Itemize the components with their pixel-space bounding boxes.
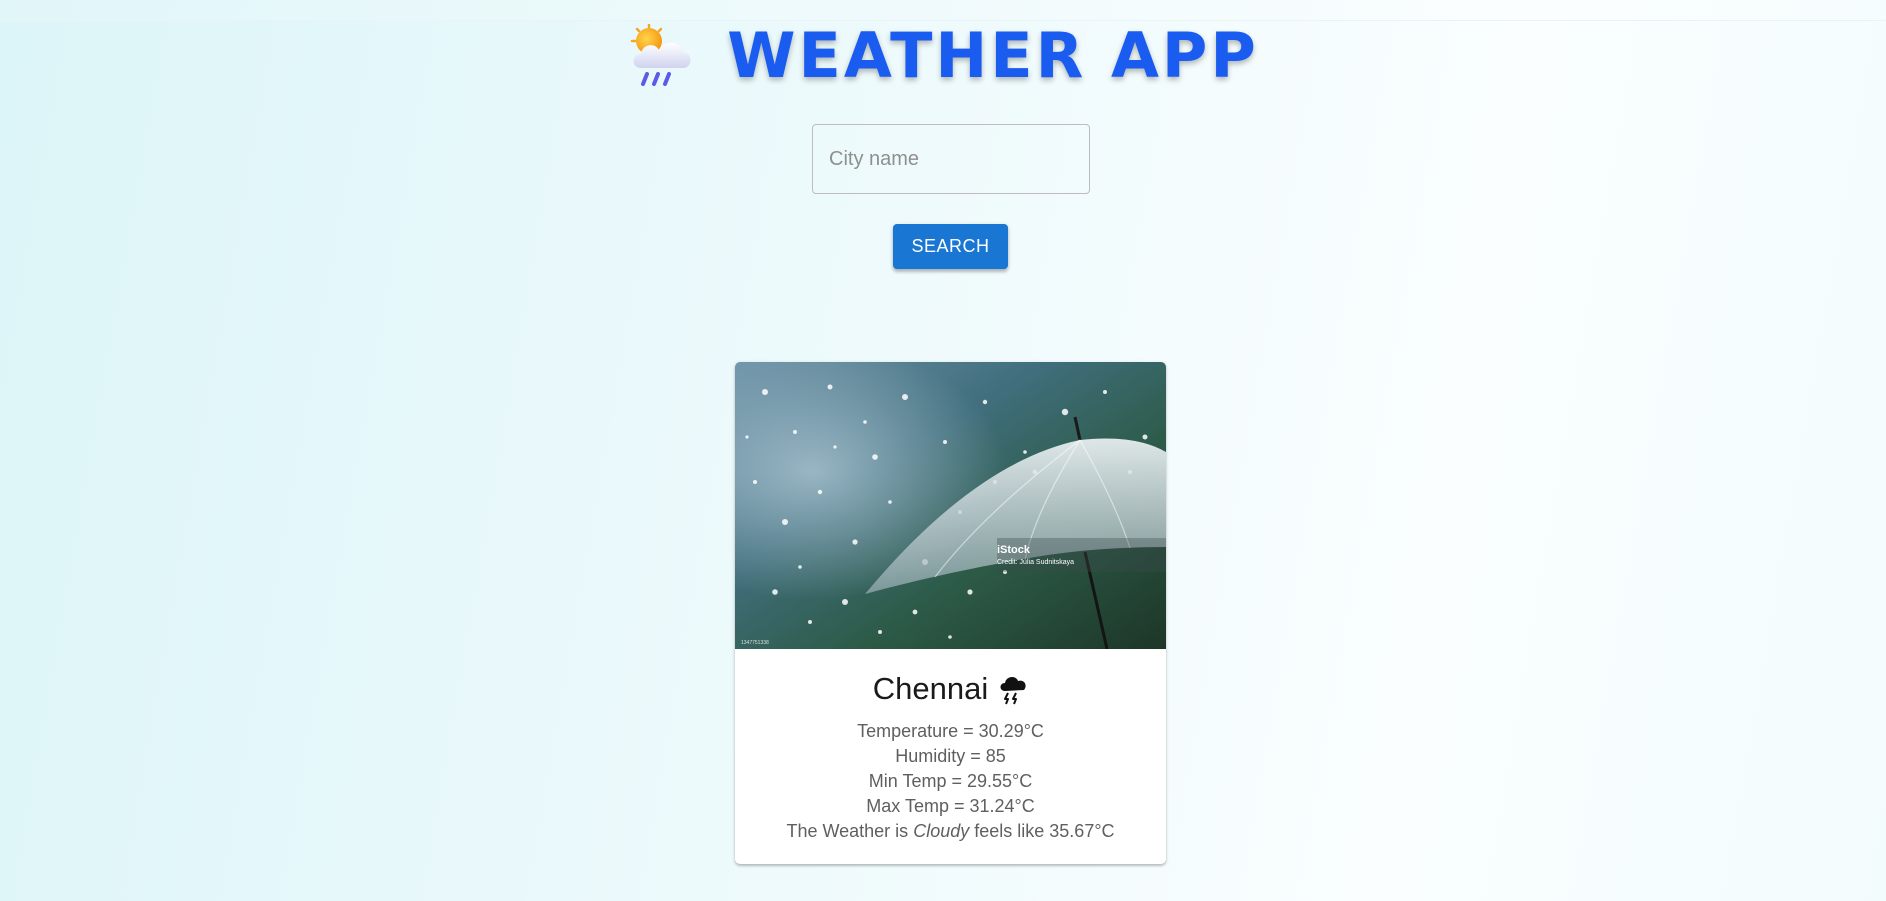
umbrella-rain-photo: iStock Credit: Julia Sudnitskaya 1347751… [735, 362, 1166, 649]
humidity-text: Humidity = 85 [895, 746, 1006, 766]
summary-prefix: The Weather is [786, 821, 909, 841]
watermark-credit: Credit: Julia Sudnitskaya [997, 559, 1074, 566]
image-code: 1347751338 [741, 640, 769, 646]
weather-details: Temperature = 30.29°C Humidity = 85 Min … [735, 719, 1166, 844]
weather-summary: The Weather is Cloudy feels like 35.67°C [735, 819, 1166, 844]
weather-card-body: Chennai Temperature = 30.29°C Humidity =… [735, 649, 1166, 844]
thunder-cloud-icon [1000, 677, 1026, 705]
sun-cloud-rain-icon [630, 24, 691, 86]
app-header: WEATHER APP [0, 20, 1886, 92]
city-search-input[interactable] [812, 124, 1090, 194]
temperature-text: Temperature = 30.29°C [857, 721, 1044, 741]
app-title: WEATHER APP [727, 19, 1259, 92]
weather-card: iStock Credit: Julia Sudnitskaya 1347751… [735, 362, 1166, 864]
search-button[interactable]: SEARCH [893, 224, 1008, 269]
watermark-brand: iStock [997, 544, 1031, 556]
min-temp-text: Min Temp = 29.55°C [868, 771, 1033, 791]
top-border [0, 0, 1886, 21]
max-temp-text: Max Temp = 31.24°C [866, 796, 1035, 816]
city-name: Chennai [872, 671, 989, 706]
condition-text: Cloudy [913, 821, 970, 841]
city-row: Chennai [735, 669, 1166, 709]
feels-like-text: feels like 35.67°C [974, 821, 1115, 841]
